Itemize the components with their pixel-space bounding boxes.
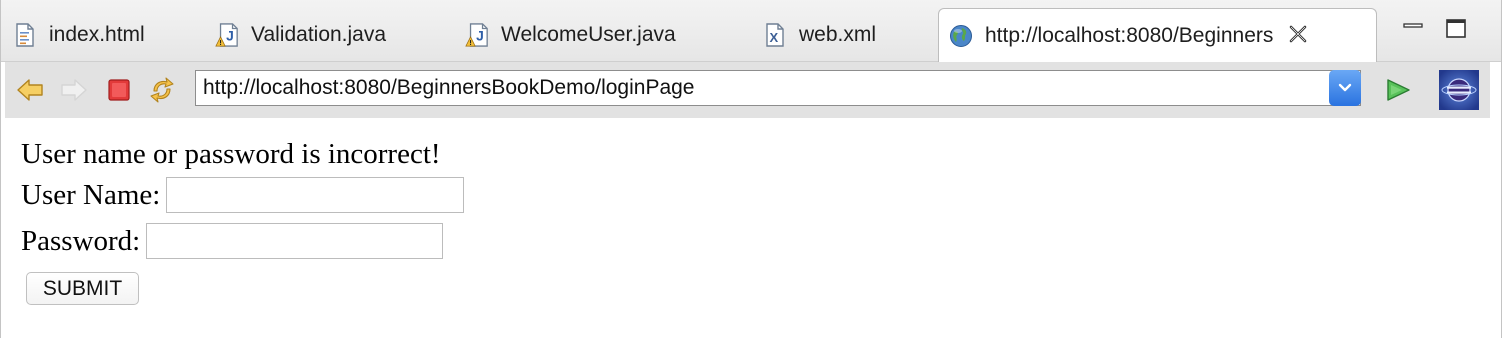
browser-toolbar <box>5 62 1490 118</box>
tab-validation-java[interactable]: J Validation.java <box>215 8 386 62</box>
java-file-warning-icon: J <box>465 22 489 48</box>
globe-icon <box>949 23 973 49</box>
eclipse-icon <box>1439 70 1479 110</box>
submit-button[interactable]: SUBMIT <box>26 272 139 305</box>
username-row: User Name: <box>21 172 465 218</box>
url-input[interactable] <box>196 72 1325 104</box>
url-history-dropdown[interactable] <box>1329 70 1361 106</box>
page-content: User name or password is incorrect! User… <box>21 136 465 305</box>
tab-index-html[interactable]: index.html <box>13 8 145 62</box>
tab-label: index.html <box>49 23 145 46</box>
go-button[interactable] <box>1383 75 1413 105</box>
forward-arrow-icon <box>61 79 87 101</box>
password-input[interactable] <box>146 223 444 259</box>
refresh-button[interactable] <box>147 75 177 105</box>
browser-window: index.html J Validation.java J WelcomeUs… <box>0 0 1502 338</box>
stop-icon <box>108 79 130 101</box>
back-arrow-icon <box>17 79 43 101</box>
chevron-down-icon <box>1338 83 1352 92</box>
tab-web-xml[interactable]: X web.xml <box>763 8 876 62</box>
username-input[interactable] <box>166 177 465 213</box>
forward-button[interactable] <box>59 75 89 105</box>
username-label: User Name: <box>21 178 161 211</box>
refresh-icon <box>150 77 174 103</box>
tab-browser-localhost[interactable]: http://localhost:8080/Beginners <box>938 8 1377 63</box>
tab-label: http://localhost:8080/Beginners <box>985 24 1274 47</box>
editor-tab-bar: index.html J Validation.java J WelcomeUs… <box>1 0 1501 63</box>
password-row: Password: <box>21 218 464 264</box>
minimize-view-button[interactable] <box>1402 18 1424 38</box>
tab-welcomeuser-java[interactable]: J WelcomeUser.java <box>465 8 676 62</box>
address-bar <box>195 70 1361 106</box>
xml-file-icon: X <box>763 22 787 48</box>
error-message: User name or password is incorrect! <box>21 138 441 170</box>
svg-text:J: J <box>226 28 234 44</box>
java-file-warning-icon: J <box>215 22 239 48</box>
tab-label: Validation.java <box>251 23 387 46</box>
go-arrow-icon <box>1387 79 1410 101</box>
password-label: Password: <box>21 224 141 257</box>
tab-label: web.xml <box>799 23 877 46</box>
maximize-view-button[interactable] <box>1445 18 1467 38</box>
back-button[interactable] <box>15 75 45 105</box>
svg-text:X: X <box>770 30 779 45</box>
html-file-icon <box>13 22 37 48</box>
tab-label: WelcomeUser.java <box>501 23 676 46</box>
stop-button[interactable] <box>104 75 134 105</box>
close-tab-icon[interactable] <box>1287 23 1309 50</box>
svg-text:J: J <box>476 28 484 44</box>
